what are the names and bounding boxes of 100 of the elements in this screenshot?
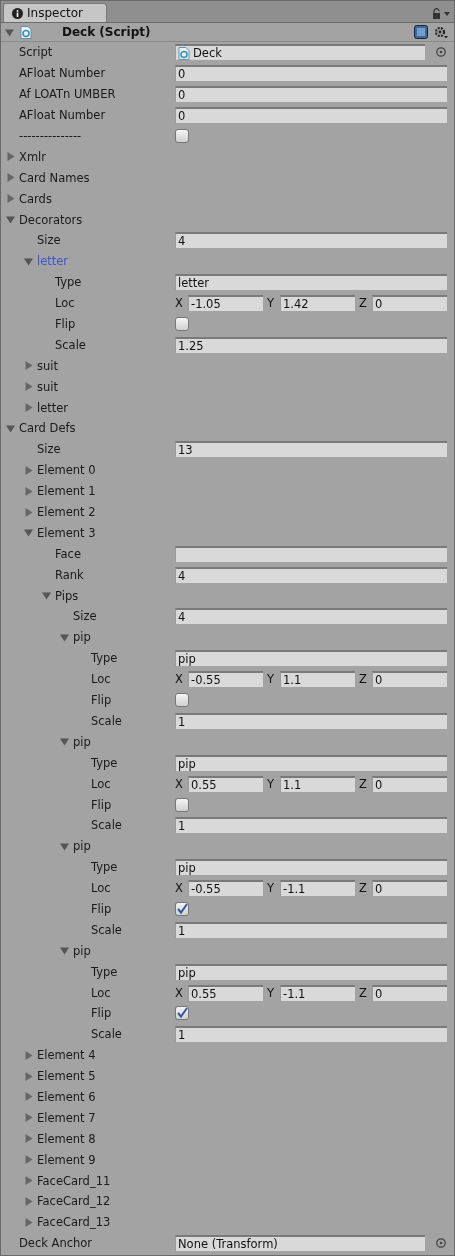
foldout-label[interactable]: Element 3 — [37, 525, 96, 540]
menu-icon[interactable] — [444, 11, 450, 16]
inspector-tab[interactable]: Inspector — [3, 3, 107, 22]
foldout-label[interactable]: Element 7 — [37, 1110, 96, 1125]
expanded-arrow-icon[interactable] — [6, 215, 15, 225]
value-field[interactable]: 0 — [175, 107, 447, 124]
number-field[interactable]: 0.55 — [188, 775, 263, 792]
collapsed-arrow-icon[interactable] — [6, 152, 15, 162]
number-field[interactable]: -0.55 — [188, 880, 263, 897]
foldout-label[interactable]: pip — [73, 630, 91, 645]
value-field[interactable]: pip — [175, 754, 447, 771]
number-field[interactable]: 1.1 — [280, 775, 355, 792]
checkbox[interactable] — [175, 129, 189, 143]
checkbox[interactable] — [175, 797, 189, 812]
checkbox[interactable] — [175, 317, 189, 331]
value-field[interactable]: 4 — [175, 566, 447, 583]
foldout-label[interactable]: suit — [37, 379, 58, 394]
value-field[interactable]: 1.25 — [175, 336, 447, 353]
foldout-label[interactable]: FaceCard_13 — [37, 1215, 111, 1230]
checkbox[interactable] — [175, 901, 189, 916]
expanded-arrow-icon[interactable] — [60, 632, 69, 642]
value-field[interactable]: letter — [175, 274, 447, 291]
collapsed-arrow-icon[interactable] — [24, 1050, 33, 1060]
object-picker-icon[interactable] — [435, 1237, 447, 1250]
foldout-label[interactable]: Element 9 — [37, 1152, 96, 1167]
collapsed-arrow-icon[interactable] — [24, 486, 33, 496]
foldout-label[interactable]: pip — [73, 839, 91, 854]
expanded-arrow-icon[interactable] — [5, 27, 14, 37]
collapsed-arrow-icon[interactable] — [24, 1071, 33, 1081]
foldout-label[interactable]: Xmlr — [19, 149, 46, 164]
foldout-label[interactable]: Element 4 — [37, 1048, 96, 1063]
foldout-label[interactable]: Pips — [55, 588, 79, 603]
lock-icon[interactable] — [432, 8, 441, 19]
number-field[interactable]: 0.55 — [188, 984, 263, 1001]
foldout-label[interactable]: Element 8 — [37, 1131, 96, 1146]
value-field[interactable]: 4 — [175, 232, 447, 249]
object-picker-icon[interactable] — [435, 46, 447, 59]
expanded-arrow-icon[interactable] — [60, 946, 69, 956]
collapsed-arrow-icon[interactable] — [24, 1113, 33, 1123]
value-field[interactable]: 1 — [175, 921, 447, 938]
collapsed-arrow-icon[interactable] — [6, 194, 15, 204]
value-field[interactable] — [175, 545, 447, 562]
value-field[interactable]: pip — [175, 963, 447, 980]
number-field[interactable]: -1.1 — [280, 880, 355, 897]
object-field[interactable]: None (Transform) — [175, 1235, 425, 1252]
collapsed-arrow-icon[interactable] — [24, 361, 33, 371]
value-field[interactable]: 1 — [175, 712, 447, 729]
collapsed-arrow-icon[interactable] — [24, 465, 33, 475]
number-field[interactable]: -1.05 — [188, 295, 263, 312]
collapsed-arrow-icon[interactable] — [24, 1155, 33, 1165]
number-field[interactable]: -1.1 — [280, 984, 355, 1001]
foldout-label[interactable]: FaceCard_11 — [37, 1173, 111, 1188]
number-field[interactable]: 1.42 — [280, 295, 355, 312]
number-field[interactable]: 0 — [372, 295, 447, 312]
value-field[interactable]: pip — [175, 650, 447, 667]
number-field[interactable]: 0 — [372, 671, 447, 688]
collapsed-arrow-icon[interactable] — [24, 507, 33, 517]
foldout-label[interactable]: Cards — [19, 191, 52, 206]
script-field[interactable]: Deck — [175, 44, 425, 61]
value-field[interactable]: 4 — [175, 608, 447, 625]
checkbox[interactable] — [175, 1006, 189, 1021]
foldout-label[interactable]: pip — [73, 943, 91, 958]
settings-icon[interactable] — [434, 25, 448, 39]
foldout-label[interactable]: Decorators — [19, 212, 83, 227]
foldout-label[interactable]: suit — [37, 358, 58, 373]
foldout-label[interactable]: Element 0 — [37, 463, 96, 478]
expanded-arrow-icon[interactable] — [24, 528, 33, 538]
collapsed-arrow-icon[interactable] — [24, 1092, 33, 1102]
collapsed-arrow-icon[interactable] — [24, 1134, 33, 1144]
expanded-arrow-icon[interactable] — [6, 423, 15, 433]
expanded-arrow-icon[interactable] — [60, 841, 69, 851]
foldout-label[interactable]: Element 6 — [37, 1089, 96, 1104]
foldout-label[interactable]: Card Defs — [19, 421, 76, 436]
collapsed-arrow-icon[interactable] — [6, 173, 15, 183]
foldout-label[interactable]: Element 1 — [37, 484, 96, 499]
value-field[interactable]: 1 — [175, 1026, 447, 1043]
value-field[interactable]: 0 — [175, 86, 447, 103]
number-field[interactable]: 0 — [372, 984, 447, 1001]
checkbox[interactable] — [175, 693, 189, 708]
expanded-arrow-icon[interactable] — [60, 737, 69, 747]
collapsed-arrow-icon[interactable] — [24, 382, 33, 392]
collapsed-arrow-icon[interactable] — [24, 403, 33, 413]
expanded-arrow-icon[interactable] — [24, 256, 33, 266]
expanded-arrow-icon[interactable] — [42, 591, 51, 601]
foldout-label[interactable]: Element 2 — [37, 505, 96, 520]
value-field[interactable]: 1 — [175, 817, 447, 834]
foldout-label[interactable]: pip — [73, 734, 91, 749]
number-field[interactable]: 0 — [372, 775, 447, 792]
foldout-label[interactable]: Card Names — [19, 170, 90, 185]
number-field[interactable]: 1.1 — [280, 671, 355, 688]
property-label: Flip — [91, 797, 112, 812]
value-field[interactable]: pip — [175, 859, 447, 876]
number-field[interactable]: 0 — [372, 880, 447, 897]
foldout-label[interactable]: FaceCard_12 — [37, 1194, 111, 1209]
number-field[interactable]: -0.55 — [188, 671, 263, 688]
foldout-label[interactable]: letter — [37, 400, 69, 415]
foldout-label[interactable]: Element 5 — [37, 1069, 96, 1084]
value-field[interactable]: 13 — [175, 441, 447, 458]
collapsed-arrow-icon[interactable] — [24, 1217, 33, 1227]
value-field[interactable]: 0 — [175, 65, 447, 82]
